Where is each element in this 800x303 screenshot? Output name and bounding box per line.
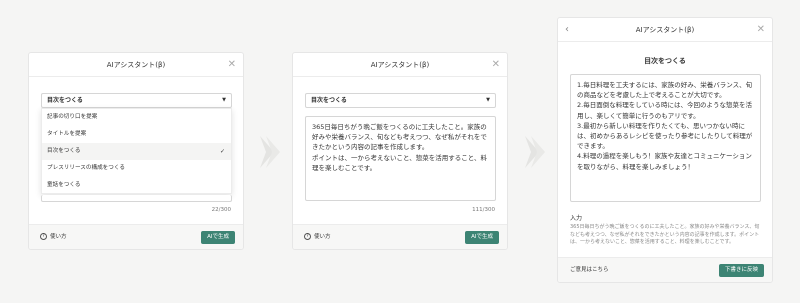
input-summary: 365日毎日ちがう晩ご飯をつくるのに工夫したこと。家族の好みや栄養バランス、旬な… [570,224,760,246]
menu-item-label: タイトルを提案 [47,131,87,137]
result-heading: 目次をつくる [644,57,686,65]
panel-title: AIアシスタント(β) [106,61,166,69]
help-link[interactable]: ? 使い方 [40,225,67,249]
flow-arrow-icon [260,136,280,168]
panel-title: AIアシスタント(β) [635,26,695,34]
help-link[interactable]: ? 使い方 [304,225,331,249]
char-counter: 22/300 [211,207,231,213]
panel-footer: ? 使い方 AIで生成 [293,224,507,249]
check-icon: ✓ [219,148,225,155]
mode-select[interactable]: 目次をつくる ▼ [41,93,232,108]
menu-item-press-release[interactable]: プレスリリースの構成をつくる [42,160,231,177]
panel-header: AIアシスタント(β) ✕ [29,53,243,77]
mode-select-value: 目次をつくる [47,97,83,104]
assistant-panel-input: AIアシスタント(β) ✕ 目次をつくる ▼ 365日毎日ちがう晩ご飯をつくるの… [292,52,508,250]
prompt-textarea[interactable] [41,195,232,202]
menu-item-title[interactable]: タイトルを提案 [42,126,231,143]
menu-item-label: 記事の切り口を提案 [47,114,98,120]
feedback-link[interactable]: ご意見はこちら [570,258,609,282]
help-icon: ? [40,233,47,240]
chevron-down-icon: ▼ [486,97,490,103]
close-icon[interactable]: ✕ [492,53,500,77]
menu-item-angle[interactable]: 記事の切り口を提案 [42,109,231,126]
input-label: 入力 [570,215,583,222]
mode-dropdown-menu: 記事の切り口を提案 タイトルを提案 目次をつくる ✓ プレスリリースの構成をつくる… [41,108,232,194]
result-textarea[interactable]: 1.毎日料理を工夫するには、家族の好み、栄養バランス、旬の商品などを考慮した上で… [570,74,761,202]
menu-item-fairy-tale[interactable]: 童話をつくる [42,177,231,194]
assistant-panel-result: ‹ AIアシスタント(β) ✕ 目次をつくる 1.毎日料理を工夫するには、家族の… [557,17,773,283]
panel-header: AIアシスタント(β) ✕ [293,53,507,77]
panel-title: AIアシスタント(β) [370,61,430,69]
generate-button[interactable]: AIで生成 [465,231,499,244]
flow-arrow-icon [525,136,545,168]
close-icon[interactable]: ✕ [757,18,765,42]
prompt-textarea[interactable]: 365日毎日ちがう晩ご飯をつくるのに工夫したこと。家族の好みや栄養バランス、旬な… [305,116,496,201]
panel-footer: ご意見はこちら 下書きに反映 [558,257,772,282]
help-icon: ? [304,233,311,240]
menu-item-toc[interactable]: 目次をつくる ✓ [42,143,231,160]
panel-header: ‹ AIアシスタント(β) ✕ [558,18,772,42]
close-icon[interactable]: ✕ [228,53,236,77]
mode-select-value: 目次をつくる [311,97,347,104]
help-label: 使い方 [314,234,331,240]
chevron-down-icon: ▼ [222,97,226,103]
menu-item-label: プレスリリースの構成をつくる [47,165,125,171]
menu-item-label: 童話をつくる [47,182,81,188]
mode-select[interactable]: 目次をつくる ▼ [305,93,496,108]
panel-footer: ? 使い方 AIで生成 [29,224,243,249]
assistant-panel-dropdown: AIアシスタント(β) ✕ 目次をつくる ▼ 記事の切り口を提案 タイトルを提案… [28,52,244,250]
help-label: 使い方 [50,234,67,240]
menu-item-label: 目次をつくる [47,148,81,154]
generate-button[interactable]: AIで生成 [201,231,235,244]
char-counter: 111/300 [472,207,495,213]
insert-draft-button[interactable]: 下書きに反映 [718,264,764,277]
